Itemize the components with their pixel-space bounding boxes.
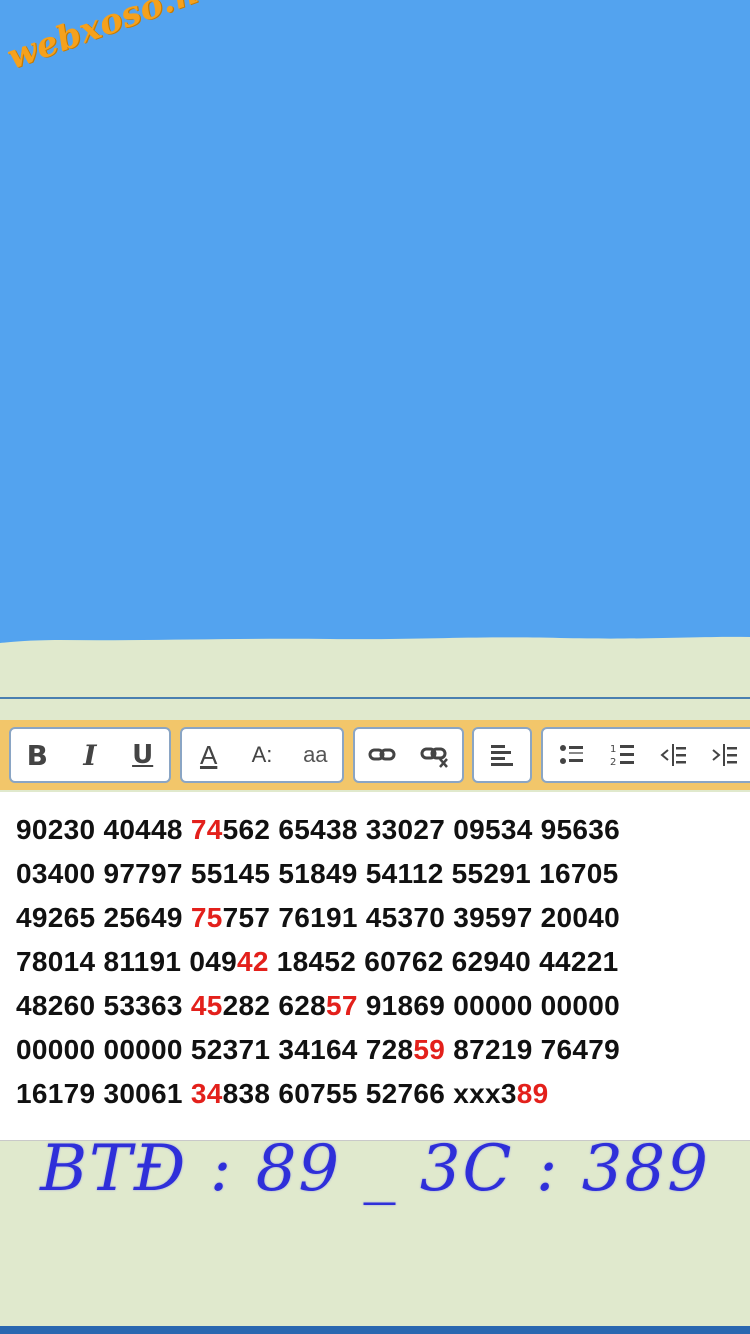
align-left-icon xyxy=(491,745,513,766)
underline-icon: U xyxy=(132,740,154,770)
font-color-icon: A xyxy=(199,739,218,770)
toolbar-group-list: 1 2 xyxy=(541,727,750,783)
highlighted-digits: 34 xyxy=(190,1078,223,1109)
highlighted-digits: 74 xyxy=(190,814,223,845)
number-line: 90230 40448 74562 65438 33027 09534 9563… xyxy=(16,808,746,852)
number-text: 49265 25649 xyxy=(16,902,191,933)
number-text: 282 628 xyxy=(222,990,326,1021)
number-text: 90230 40448 xyxy=(16,814,191,845)
result-caption: BTĐ : 89 _ 3C : 389 xyxy=(40,1132,710,1206)
highlighted-digits: 59 xyxy=(413,1034,446,1065)
align-left-button[interactable] xyxy=(480,733,524,777)
number-line: 48260 53363 45282 62857 91869 00000 0000… xyxy=(16,984,746,1028)
font-family-icon: aa xyxy=(303,742,328,767)
highlighted-digits: 42 xyxy=(236,946,269,977)
italic-icon: I xyxy=(83,738,97,772)
number-text: 78014 81191 049 xyxy=(16,946,237,977)
indent-icon xyxy=(712,744,737,766)
number-text: 48260 53363 xyxy=(16,990,191,1021)
bold-icon: B xyxy=(26,738,48,772)
highlighted-digits: 57 xyxy=(325,990,358,1021)
toolbar-group-text-style: B I U xyxy=(9,727,171,783)
number-list: 90230 40448 74562 65438 33027 09534 9563… xyxy=(16,808,746,1116)
number-line: 49265 25649 75757 76191 45370 39597 2004… xyxy=(16,896,746,940)
link-button[interactable] xyxy=(360,733,404,777)
sky-background xyxy=(0,0,750,643)
italic-button[interactable]: I xyxy=(68,733,112,777)
font-color-button[interactable]: A xyxy=(187,733,231,777)
number-line: 78014 81191 04942 18452 60762 62940 4422… xyxy=(16,940,746,984)
outdent-button[interactable] xyxy=(652,733,696,777)
number-text: 562 65438 33027 09534 95636 xyxy=(222,814,621,845)
svg-text:2: 2 xyxy=(610,757,616,768)
toolbar-group-align xyxy=(472,727,532,783)
number-text: 16179 30061 xyxy=(16,1078,191,1109)
numbered-list-icon: 1 2 xyxy=(610,744,634,768)
number-text: 91869 00000 00000 xyxy=(357,990,621,1021)
outdent-icon xyxy=(660,744,686,766)
number-text: 03400 97797 55145 51849 54112 55291 1670… xyxy=(16,858,619,889)
number-text: 838 60755 52766 xxx3 xyxy=(222,1078,517,1109)
highlighted-digits: 75 xyxy=(190,902,223,933)
number-line: 00000 00000 52371 34164 72859 87219 7647… xyxy=(16,1028,746,1072)
bottom-bar xyxy=(0,1326,750,1334)
number-text: 18452 60762 62940 44221 xyxy=(268,946,619,977)
number-line: 16179 30061 34838 60755 52766 xxx389 xyxy=(16,1072,746,1116)
toolbar-group-link xyxy=(353,727,464,783)
number-line: 03400 97797 55145 51849 54112 55291 1670… xyxy=(16,852,746,896)
bullet-list-icon xyxy=(560,745,583,764)
bold-button[interactable]: B xyxy=(15,733,59,777)
toolbar-group-font: A A: aa xyxy=(180,727,344,783)
unlink-button[interactable] xyxy=(413,733,457,777)
svg-text:1: 1 xyxy=(610,744,616,755)
indent-button[interactable] xyxy=(703,733,747,777)
number-text: 00000 00000 52371 34164 728 xyxy=(16,1034,414,1065)
highlighted-digits: 89 xyxy=(516,1078,549,1109)
link-icon xyxy=(368,748,396,761)
unlink-icon xyxy=(420,747,449,768)
font-family-button[interactable]: aa xyxy=(293,733,337,777)
number-text: 87219 76479 xyxy=(445,1034,621,1065)
underline-button[interactable]: U xyxy=(121,733,165,777)
bullet-list-button[interactable] xyxy=(550,733,594,777)
font-size-button[interactable]: A: xyxy=(240,733,284,777)
numbered-list-button[interactable]: 1 2 xyxy=(601,733,645,777)
highlighted-digits: 45 xyxy=(190,990,223,1021)
font-size-icon: A: xyxy=(251,742,273,767)
number-text: 757 76191 45370 39597 20040 xyxy=(222,902,621,933)
